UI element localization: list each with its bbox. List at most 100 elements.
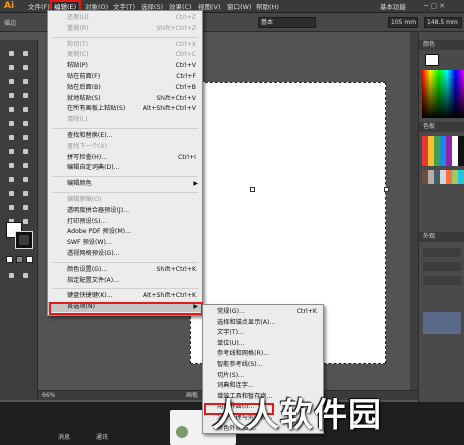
width-tool-icon[interactable] bbox=[6, 146, 17, 157]
appearance-row[interactable] bbox=[423, 276, 461, 285]
menu-item-shortcut: Alt+Shift+Ctrl+V bbox=[142, 105, 196, 113]
avatar[interactable] bbox=[176, 426, 188, 438]
shape-builder-tool-icon[interactable] bbox=[6, 160, 17, 171]
edit-menu-item[interactable]: 还原(U) Ctrl+Z bbox=[48, 13, 202, 23]
symbol-sprayer-tool-icon[interactable] bbox=[6, 202, 17, 213]
edit-menu-item[interactable]: 透明度拼合器预设(J)... bbox=[48, 206, 202, 216]
preferences-menu-item[interactable]: 参考线和网格(R)... bbox=[203, 349, 323, 359]
edit-menu-item[interactable]: 在所有画板上粘贴(S) Alt+Shift+Ctrl+V bbox=[48, 104, 202, 114]
edit-menu-item[interactable]: 贴在后面(B) Ctrl+B bbox=[48, 83, 202, 93]
taskbar-item[interactable]: 消息 bbox=[58, 432, 70, 441]
preferences-menu-item[interactable]: 智能参考线(S)... bbox=[203, 360, 323, 370]
line-tool-icon[interactable] bbox=[6, 90, 17, 101]
menu-item-label: 拼写检查(H)... bbox=[67, 153, 108, 161]
menu-separator bbox=[52, 128, 198, 129]
width-field[interactable]: 105 mm bbox=[388, 17, 418, 28]
swatches-panel-tab[interactable]: 色板 bbox=[419, 122, 464, 132]
selection-handle[interactable] bbox=[384, 187, 389, 192]
stroke-swatch[interactable] bbox=[15, 231, 33, 249]
color-mode-icon[interactable] bbox=[6, 256, 13, 263]
blend-tool-icon[interactable] bbox=[20, 188, 31, 199]
edit-menu-item[interactable]: 编辑自定词典(D)... bbox=[48, 163, 202, 173]
pen-tool-icon[interactable] bbox=[6, 76, 17, 87]
edit-menu-item[interactable]: 清除(L) bbox=[48, 115, 202, 125]
edit-menu-item[interactable]: 重做(R) Shift+Ctrl+Z bbox=[48, 24, 202, 34]
edit-menu-item[interactable]: 复制(C) Ctrl+C bbox=[48, 50, 202, 60]
menu-help[interactable]: 帮助(H) bbox=[254, 2, 281, 12]
edit-menu-item[interactable]: 拼写检查(H)... Ctrl+I bbox=[48, 153, 202, 163]
menu-item-label: 透视网格预设(G)... bbox=[67, 250, 120, 257]
edit-menu-item[interactable]: 颜色设置(G)... Shift+Ctrl+K bbox=[48, 265, 202, 275]
perspective-grid-tool-icon[interactable] bbox=[20, 160, 31, 171]
menu-item-shortcut: Alt+Shift+Ctrl+K bbox=[142, 292, 196, 300]
preferences-menu-item[interactable]: 文字(T)... bbox=[203, 328, 323, 338]
edit-menu-item[interactable]: SWF 预设(W)... bbox=[48, 238, 202, 248]
menu-item-label: 颜色设置(G)... bbox=[67, 265, 108, 273]
edit-menu-item[interactable]: 透视网格预设(G)... bbox=[48, 249, 202, 259]
mesh-tool-icon[interactable] bbox=[6, 174, 17, 185]
panel-fill-swatch[interactable] bbox=[425, 54, 439, 66]
magic-wand-tool-icon[interactable] bbox=[6, 62, 17, 73]
menu-item-shortcut: Ctrl+B bbox=[175, 83, 196, 91]
selection-handle[interactable] bbox=[250, 187, 255, 192]
edit-menu-item[interactable]: 指定配置文件(A)... bbox=[48, 276, 202, 286]
edit-menu-item[interactable]: 键盘快捷键(K)... Alt+Shift+Ctrl+K bbox=[48, 291, 202, 301]
screen-mode-icon[interactable] bbox=[20, 270, 31, 281]
gradient-mode-icon[interactable] bbox=[16, 256, 23, 263]
eyedropper-tool-icon[interactable] bbox=[6, 188, 17, 199]
draw-mode-icon[interactable] bbox=[6, 270, 17, 281]
appearance-row[interactable] bbox=[423, 248, 461, 257]
vertical-scrollbar[interactable] bbox=[410, 32, 418, 392]
type-tool-icon[interactable] bbox=[20, 76, 31, 87]
menu-item-label: 查找和替换(E)... bbox=[67, 132, 113, 139]
edit-menu-item[interactable]: 查找和替换(E)... bbox=[48, 131, 202, 141]
window-controls-icon[interactable]: ─ ▢ ✕ bbox=[424, 2, 445, 10]
free-transform-tool-icon[interactable] bbox=[20, 146, 31, 157]
menu-item-shortcut: Shift+Ctrl+K bbox=[156, 265, 197, 273]
preferences-menu-item[interactable]: 切片(S)... bbox=[203, 371, 323, 381]
style-field[interactable]: 基本 bbox=[258, 17, 316, 28]
appearance-row[interactable] bbox=[423, 262, 461, 271]
selection-tool-icon[interactable] bbox=[6, 48, 17, 59]
edit-menu-item[interactable]: 打印预设(S)... bbox=[48, 217, 202, 227]
edit-menu-item[interactable]: 就地粘贴(S) Shift+Ctrl+V bbox=[48, 94, 202, 104]
zoom-level[interactable]: 66% bbox=[42, 391, 55, 400]
swatch-grid-row2[interactable] bbox=[422, 170, 464, 184]
rotate-tool-icon[interactable] bbox=[6, 132, 17, 143]
paintbrush-tool-icon[interactable] bbox=[6, 104, 17, 115]
direct-selection-tool-icon[interactable] bbox=[20, 48, 31, 59]
edit-menu-item[interactable]: 贴在前面(F) Ctrl+F bbox=[48, 72, 202, 82]
height-field[interactable]: 148.5 mm bbox=[424, 17, 462, 28]
column-graph-tool-icon[interactable] bbox=[20, 202, 31, 213]
menu-window[interactable]: 窗口(W) bbox=[225, 2, 254, 12]
menu-item-label: 复制(C) bbox=[67, 51, 89, 59]
edit-menu-item[interactable]: Adobe PDF 预设(M)... bbox=[48, 227, 202, 237]
menu-item-label: 清除(L) bbox=[67, 116, 88, 124]
status-mode[interactable]: 画板 bbox=[186, 391, 198, 400]
layer-thumb[interactable] bbox=[423, 312, 461, 334]
lasso-tool-icon[interactable] bbox=[20, 62, 31, 73]
blob-brush-tool-icon[interactable] bbox=[6, 118, 17, 129]
pencil-tool-icon[interactable] bbox=[20, 104, 31, 115]
preferences-menu-item[interactable]: 常规(G)... Ctrl+K bbox=[203, 307, 323, 317]
rectangle-tool-icon[interactable] bbox=[20, 90, 31, 101]
preferences-menu-item[interactable]: 单位(U)... bbox=[203, 339, 323, 349]
color-panel-tab[interactable]: 颜色 bbox=[419, 40, 464, 50]
workspace-switcher[interactable]: 基本功能 bbox=[378, 2, 408, 12]
edit-menu-item[interactable]: 剪切(T) Ctrl+X bbox=[48, 40, 202, 50]
edit-menu-item[interactable]: 编辑原稿(O) bbox=[48, 195, 202, 205]
gradient-tool-icon[interactable] bbox=[20, 174, 31, 185]
scale-tool-icon[interactable] bbox=[20, 132, 31, 143]
swatch-grid[interactable] bbox=[422, 136, 464, 166]
edit-menu-item[interactable]: 编辑颜色 ▶ bbox=[48, 179, 202, 189]
color-spectrum[interactable] bbox=[422, 70, 464, 118]
preferences-menu-item[interactable]: 选择和锚点显示(A)... bbox=[203, 318, 323, 328]
appearance-panel-tab[interactable]: 外观 bbox=[419, 232, 464, 242]
menu-item-label: 编辑颜色 bbox=[67, 180, 92, 188]
eraser-tool-icon[interactable] bbox=[20, 118, 31, 129]
edit-menu-item[interactable]: 粘贴(P) Ctrl+V bbox=[48, 61, 202, 71]
edit-menu-item[interactable]: 查找下一个(X) bbox=[48, 142, 202, 152]
menu-item-shortcut: Ctrl+I bbox=[177, 153, 196, 161]
taskbar-item[interactable]: 通讯 bbox=[96, 432, 108, 441]
none-mode-icon[interactable] bbox=[26, 256, 33, 263]
